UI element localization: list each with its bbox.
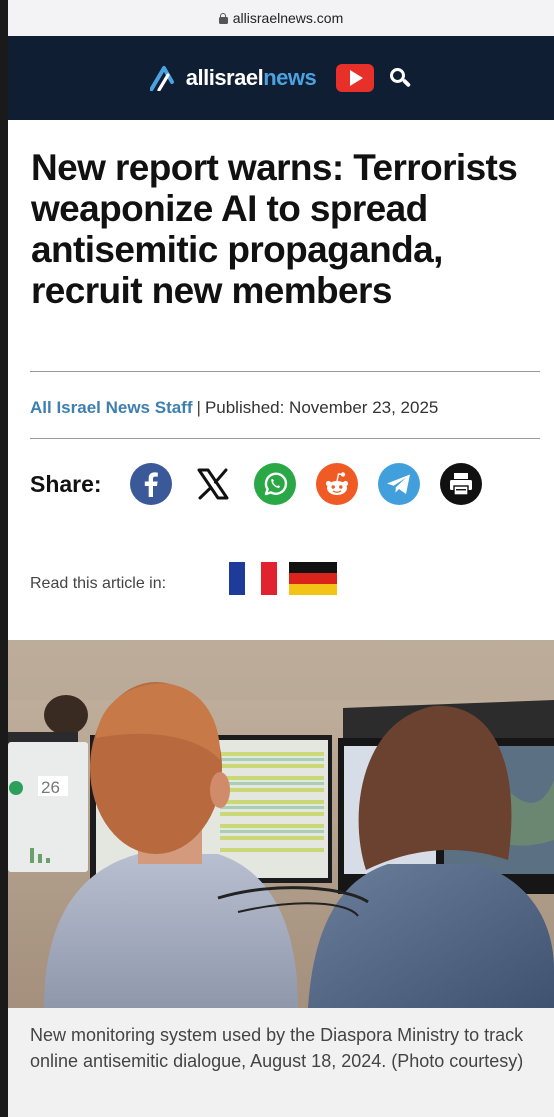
share-label: Share: xyxy=(30,470,102,497)
germany-flag-icon[interactable] xyxy=(289,562,337,595)
france-flag-icon[interactable] xyxy=(229,562,277,595)
telegram-icon[interactable] xyxy=(377,463,420,505)
read-in-label: Read this article in: xyxy=(30,575,167,592)
print-icon[interactable] xyxy=(439,463,482,505)
search-icon[interactable] xyxy=(388,66,412,90)
lock-icon xyxy=(218,12,228,24)
publish-date: Published: November 23, 2025 xyxy=(204,398,439,417)
screen-number: 26 xyxy=(41,778,60,797)
youtube-icon[interactable] xyxy=(336,64,375,92)
share-bar: Share: xyxy=(30,463,502,505)
url-text: allisraelnews.com xyxy=(232,10,344,26)
divider-top xyxy=(30,371,540,372)
article-photo: 26 xyxy=(8,640,554,1008)
photo-caption: New monitoring system used by the Diaspo… xyxy=(30,1025,524,1071)
logo-text-accent: news xyxy=(263,65,317,90)
author-link[interactable]: All Israel News Staff xyxy=(30,398,193,417)
address-bar[interactable]: allisraelnews.com xyxy=(8,0,554,36)
site-logo[interactable]: allisrael news xyxy=(149,65,317,91)
site-header: allisrael news xyxy=(8,36,554,120)
byline-separator: | xyxy=(196,398,201,417)
logo-text-primary: allisrael xyxy=(185,65,264,90)
byline: All Israel News Staff | Published: Novembe… xyxy=(30,398,438,418)
reddit-icon[interactable] xyxy=(315,463,358,505)
device-frame-edge xyxy=(0,0,8,1117)
facebook-icon[interactable] xyxy=(129,463,172,505)
divider-bottom xyxy=(30,438,540,439)
x-icon[interactable] xyxy=(191,463,234,505)
article-headline: New report warns: Terrorists weaponize A… xyxy=(31,147,518,311)
browser-page: allisraelnews.com allisrael news New rep… xyxy=(8,0,554,1117)
whatsapp-icon[interactable] xyxy=(253,463,296,505)
logo-mark-icon xyxy=(149,66,174,91)
